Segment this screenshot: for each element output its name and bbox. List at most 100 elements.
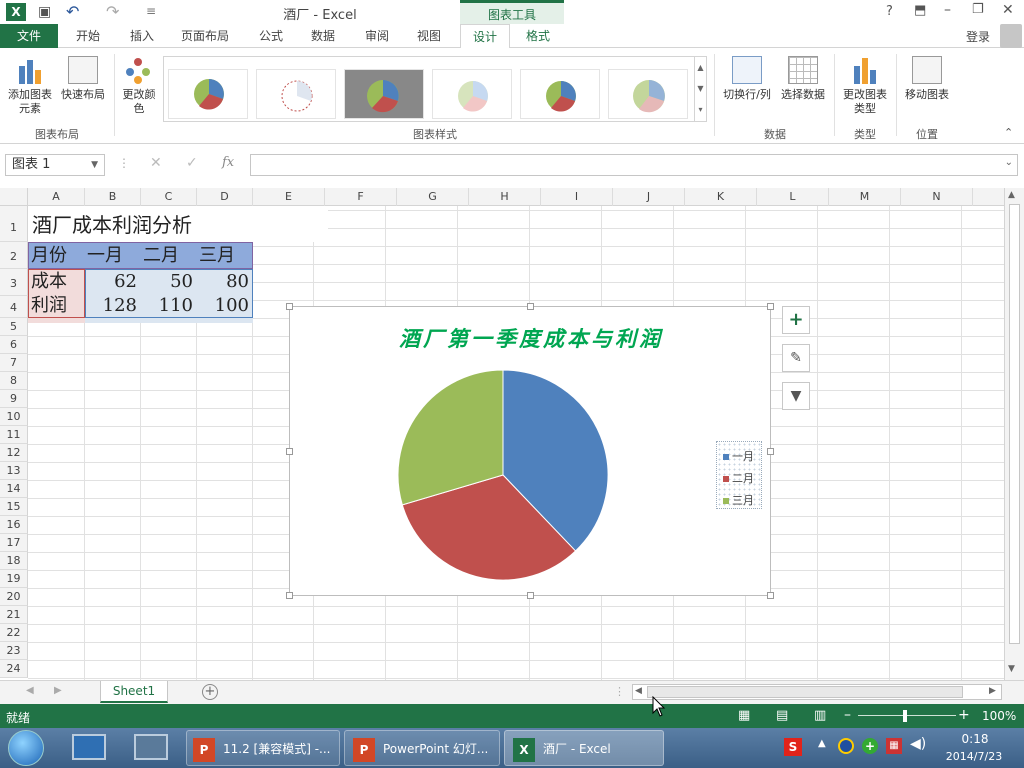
row-header-7[interactable]: 7 [0,354,28,372]
taskbar-powerpoint-1[interactable]: P 11.2 [兼容模式] -... [186,730,340,766]
tab-formulas[interactable]: 公式 [248,24,294,48]
network-icon[interactable]: ▦ [886,738,902,754]
vertical-scroll-thumb[interactable] [1009,204,1020,644]
tab-insert[interactable]: 插入 [118,24,166,48]
row-header-10[interactable]: 10 [0,408,28,426]
gallery-scroll[interactable]: ▲ ▼ ▾ [694,57,706,121]
scroll-down-icon[interactable]: ▼ [1008,664,1015,674]
normal-view-icon[interactable]: ▦ [738,708,750,723]
pie-plot-area[interactable] [290,307,772,597]
row-header-6[interactable]: 6 [0,336,28,354]
prev-sheet-icon[interactable]: ◀ [26,685,34,696]
enter-icon[interactable]: ✓ [186,155,198,171]
column-header-d[interactable]: D [197,188,253,206]
chart-style-1[interactable] [168,69,248,119]
zoom-level[interactable]: 100% [982,709,1016,723]
row-header-17[interactable]: 17 [0,534,28,552]
quick-layout-button[interactable]: 快速布局 [58,56,108,102]
window-switcher-icon[interactable] [134,734,168,760]
cell-a4[interactable]: 利润 [31,292,83,319]
volume-icon[interactable]: ◀) [910,736,926,752]
chart-style-4[interactable] [432,69,512,119]
quick-access-menu-icon[interactable]: ≡ [146,4,156,18]
tab-format[interactable]: 格式 [514,24,562,48]
tab-split-icon[interactable]: ⋮ [614,685,625,698]
resize-handle-ne[interactable] [767,303,774,310]
zoom-slider-thumb[interactable] [903,710,907,722]
column-header-e[interactable]: E [253,188,325,206]
chart-style-5[interactable] [520,69,600,119]
taskbar-powerpoint-2[interactable]: P PowerPoint 幻灯... [344,730,500,766]
row-header-23[interactable]: 23 [0,642,28,660]
scroll-right-icon[interactable]: ▶ [989,686,996,696]
tab-page-layout[interactable]: 页面布局 [172,24,238,48]
name-box[interactable]: 图表 1 ▼ [5,154,105,176]
column-header-l[interactable]: L [757,188,829,206]
start-button-icon[interactable] [8,730,44,766]
row-header-19[interactable]: 19 [0,570,28,588]
restore-icon[interactable]: ❐ [972,2,984,17]
page-break-view-icon[interactable]: ▥ [814,708,826,723]
column-header-f[interactable]: F [325,188,397,206]
resize-handle-se[interactable] [767,592,774,599]
pie-chart[interactable]: 酒厂第一季度成本与利润 一月 二月 三月 [286,303,774,599]
tray-app-icon[interactable] [838,738,854,754]
taskbar-excel[interactable]: X 酒厂 - Excel [504,730,664,766]
zoom-out-icon[interactable]: – [844,707,851,723]
row-header-20[interactable]: 20 [0,588,28,606]
row-header-11[interactable]: 11 [0,426,28,444]
row-header-24[interactable]: 24 [0,660,28,678]
row-header-4[interactable]: 4 [0,296,28,318]
row-header-12[interactable]: 12 [0,444,28,462]
scroll-up-icon[interactable]: ▲ [1008,190,1015,200]
cell-d2[interactable]: 三月 [199,242,251,269]
close-icon[interactable]: ✕ [1002,2,1014,18]
change-colors-button[interactable]: 更改颜色 [118,56,160,116]
row-header-21[interactable]: 21 [0,606,28,624]
column-header-k[interactable]: K [685,188,757,206]
expand-formula-icon[interactable]: ⌄ [1005,157,1013,168]
new-sheet-icon[interactable]: + [202,684,218,700]
cell-d3[interactable]: 80 [197,268,249,295]
row-header-16[interactable]: 16 [0,516,28,534]
resize-handle-sw[interactable] [286,592,293,599]
horizontal-scrollbar[interactable]: ◀ ▶ [632,684,1002,700]
horizontal-scroll-thumb[interactable] [647,686,963,698]
column-header-g[interactable]: G [397,188,469,206]
row-header-22[interactable]: 22 [0,624,28,642]
sheet-title-cell[interactable]: 酒厂成本利润分析 [32,210,192,240]
add-chart-element-button[interactable]: 添加图表元素 [4,56,56,116]
column-header-h[interactable]: H [469,188,541,206]
tab-review[interactable]: 审阅 [354,24,400,48]
chart-legend[interactable]: 一月 二月 三月 [716,441,762,509]
row-header-1[interactable]: 1 [0,206,28,242]
signin-link[interactable]: 登录 [966,28,990,45]
tab-file[interactable]: 文件 [0,24,58,48]
collapse-ribbon-icon[interactable]: ⌃ [1004,126,1013,139]
vertical-scrollbar[interactable]: ▲ ▼ [1004,188,1024,680]
column-header-b[interactable]: B [85,188,141,206]
move-chart-button[interactable]: 移动图表 [900,56,954,102]
ime-icon[interactable]: S [784,738,802,756]
chart-style-6[interactable] [608,69,688,119]
sheet-tab-sheet1[interactable]: Sheet1 [100,681,168,703]
row-header-3[interactable]: 3 [0,269,28,296]
cell-a2[interactable]: 月份 [31,242,83,269]
row-header-9[interactable]: 9 [0,390,28,408]
cell-c3[interactable]: 50 [141,268,193,295]
desktop-icon[interactable] [72,734,106,760]
scroll-left-icon[interactable]: ◀ [635,686,642,696]
select-data-button[interactable]: 选择数据 [776,56,830,102]
select-all-corner[interactable] [0,188,28,206]
column-header-j[interactable]: J [613,188,685,206]
row-header-2[interactable]: 2 [0,242,28,269]
cell-d4[interactable]: 100 [197,292,249,319]
resize-handle-s[interactable] [527,592,534,599]
undo-icon[interactable]: ↶ [66,2,79,21]
chart-filters-funnel-icon[interactable]: ▼ [782,382,810,410]
column-header-n[interactable]: N [901,188,973,206]
redo-icon[interactable]: ↷ [106,2,119,21]
help-button[interactable]: ? [886,4,893,19]
resize-handle-w[interactable] [286,448,293,455]
chart-style-3-selected[interactable] [344,69,424,119]
